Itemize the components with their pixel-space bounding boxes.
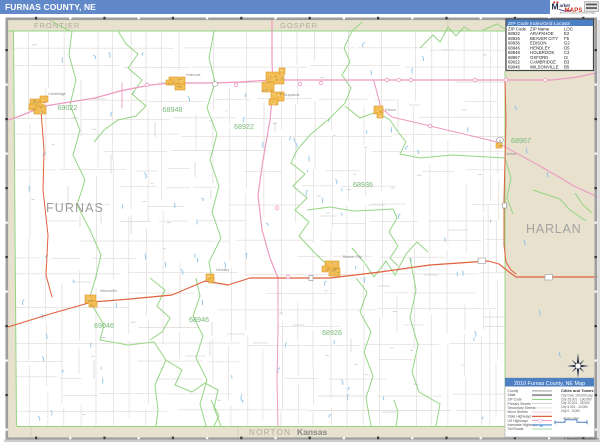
svg-text:Cities and Towns: Cities and Towns: [561, 388, 594, 393]
svg-text:68926: 68926: [322, 328, 342, 337]
svg-text:2010 Furnas County, NE Map: 2010 Furnas County, NE Map: [514, 381, 585, 387]
svg-text:FURNAS: FURNAS: [46, 201, 104, 215]
svg-text:Arapahoe: Arapahoe: [284, 93, 300, 97]
svg-text:Oxford: Oxford: [505, 152, 516, 156]
svg-text:M: M: [552, 2, 559, 12]
svg-text:68922: 68922: [234, 122, 254, 131]
svg-text:Wilsonville: Wilsonville: [100, 289, 117, 293]
svg-text:America's Leading Source of Bu: America's Leading Source of Business Map…: [560, 12, 596, 14]
svg-text:69046: 69046: [508, 64, 521, 69]
svg-text:Toll Roads: Toll Roads: [508, 427, 524, 431]
svg-text:Cambridge: Cambridge: [48, 92, 66, 96]
svg-text:Hendley: Hendley: [216, 268, 229, 272]
svg-text:68948: 68948: [163, 105, 183, 114]
svg-text:HARLAN: HARLAN: [526, 222, 582, 236]
svg-text:© MarketMAPS DataMetrics: © MarketMAPS DataMetrics: [564, 437, 600, 441]
svg-text:B5: B5: [564, 64, 570, 69]
svg-text:FRONTIER: FRONTIER: [34, 21, 80, 30]
svg-text:WILSONVILLE: WILSONVILLE: [530, 64, 559, 69]
svg-text:Holbrook: Holbrook: [186, 73, 201, 77]
svg-text:6: 6: [499, 139, 501, 143]
svg-text:Kansas: Kansas: [297, 427, 328, 437]
svg-text:68936: 68936: [353, 180, 373, 189]
svg-text:NORTON: NORTON: [249, 428, 291, 437]
svg-text:City 0 - 5,000: City 0 - 5,000: [561, 409, 580, 413]
svg-text:69046: 69046: [94, 321, 114, 330]
svg-text:approx miles: approx miles: [563, 416, 579, 420]
svg-text:Edison: Edison: [385, 108, 396, 112]
svg-text:GOSPER: GOSPER: [280, 21, 318, 30]
svg-text:68946: 68946: [189, 315, 209, 324]
svg-text:Beaver City: Beaver City: [343, 255, 362, 259]
svg-text:68967: 68967: [511, 136, 531, 145]
svg-text:69022: 69022: [58, 103, 78, 112]
